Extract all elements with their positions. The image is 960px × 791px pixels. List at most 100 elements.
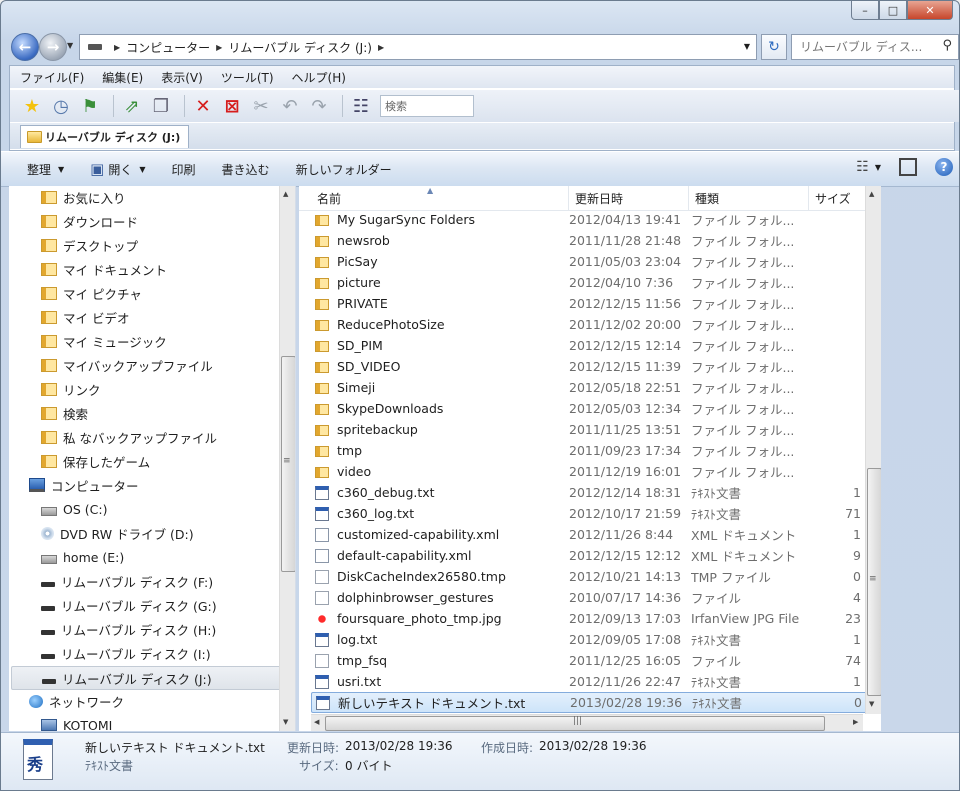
scroll-down-icon[interactable]: ▼: [869, 700, 874, 708]
file-row[interactable]: newsrob 2011/11/28 21:48 ファイル フォル...: [311, 230, 867, 251]
menu-tools[interactable]: ツール(T): [221, 69, 274, 86]
open-button[interactable]: ▣ 開く ▼: [90, 160, 145, 178]
column-type[interactable]: 種類: [689, 186, 809, 210]
file-row[interactable]: c360_debug.txt 2012/12/14 18:31 ﾃｷｽﾄ文書 1: [311, 482, 867, 503]
new-folder-button[interactable]: 新しいフォルダー: [296, 161, 392, 178]
maximize-button[interactable]: □: [879, 1, 907, 20]
help-icon[interactable]: ?: [935, 158, 953, 176]
address-dropdown-icon[interactable]: ▼: [744, 42, 750, 51]
file-row[interactable]: c360_log.txt 2012/10/17 21:59 ﾃｷｽﾄ文書 71: [311, 503, 867, 524]
nav-item-14[interactable]: DVD RW ドライブ (D:): [41, 522, 194, 544]
file-row[interactable]: ReducePhotoSize 2011/12/02 20:00 ファイル フォル.…: [311, 314, 867, 335]
nav-item-21[interactable]: ネットワーク: [29, 690, 124, 712]
nav-item-7[interactable]: マイバックアップファイル: [41, 354, 213, 376]
file-row[interactable]: spritebackup 2011/11/25 13:51 ファイル フォル...: [311, 419, 867, 440]
breadcrumb-separator-icon[interactable]: ▶: [114, 43, 120, 52]
nav-item-17[interactable]: リムーバブル ディスク (G:): [41, 594, 217, 616]
nav-item-11[interactable]: 保存したゲーム: [41, 450, 150, 472]
scroll-down-icon[interactable]: ▼: [283, 718, 288, 726]
organize-button[interactable]: 整理 ▼: [27, 161, 64, 178]
file-list-scrollbar[interactable]: ▲ ≡ ▼: [865, 186, 881, 714]
print-button[interactable]: 印刷: [172, 161, 196, 178]
file-row[interactable]: SD_VIDEO 2012/12/15 11:39 ファイル フォル...: [311, 356, 867, 377]
nav-item-1[interactable]: ダウンロード: [41, 210, 138, 232]
file-row[interactable]: SD_PIM 2012/12/15 12:14 ファイル フォル...: [311, 335, 867, 356]
nav-item-8[interactable]: リンク: [41, 378, 101, 400]
preview-pane-icon[interactable]: [899, 158, 917, 176]
file-row[interactable]: DiskCacheIndex26580.tmp 2012/10/21 14:13 T…: [311, 566, 867, 587]
file-row[interactable]: PRIVATE 2012/12/15 11:56 ファイル フォル...: [311, 293, 867, 314]
back-button[interactable]: ←: [11, 33, 39, 61]
scroll-right-icon[interactable]: ▶: [853, 718, 858, 726]
scroll-left-icon[interactable]: ◀: [314, 718, 319, 726]
refresh-button[interactable]: ↻: [761, 34, 787, 60]
file-row[interactable]: video 2011/12/19 16:01 ファイル フォル...: [311, 461, 867, 482]
search-input[interactable]: [798, 39, 934, 55]
history-clock-icon[interactable]: ◷: [49, 94, 73, 118]
nav-item-5[interactable]: マイ ビデオ: [41, 306, 129, 328]
column-date-modified[interactable]: 更新日時: [569, 186, 689, 210]
nav-item-19[interactable]: リムーバブル ディスク (I:): [41, 642, 211, 664]
breadcrumb-separator-icon[interactable]: ▶: [378, 43, 384, 52]
nav-item-0[interactable]: お気に入り: [41, 186, 126, 208]
file-row[interactable]: foursquare_photo_tmp.jpg 2012/09/13 17:03…: [311, 608, 867, 629]
windows-flag-icon[interactable]: ⚑: [78, 94, 102, 118]
nav-item-9[interactable]: 検索: [41, 402, 88, 424]
file-row[interactable]: usri.txt 2012/11/26 22:47 ﾃｷｽﾄ文書 1: [311, 671, 867, 692]
delete-icon[interactable]: ✕: [191, 94, 215, 118]
change-view-icon[interactable]: ☷: [856, 159, 869, 175]
nav-item-18[interactable]: リムーバブル ディスク (H:): [41, 618, 216, 640]
file-row[interactable]: dolphinbrowser_gestures 2010/07/17 14:36 フ…: [311, 587, 867, 608]
breadcrumb-drive-j[interactable]: リムーバブル ディスク (J:): [228, 39, 372, 56]
close-button[interactable]: ✕: [907, 1, 953, 20]
file-row[interactable]: log.txt 2012/09/05 17:08 ﾃｷｽﾄ文書 1: [311, 629, 867, 650]
nav-item-13[interactable]: OS (C:): [41, 498, 107, 520]
menu-file[interactable]: ファイル(F): [20, 69, 84, 86]
menu-help[interactable]: ヘルプ(H): [292, 69, 346, 86]
search-box[interactable]: ⚲: [791, 34, 959, 60]
burn-button[interactable]: 書き込む: [222, 161, 270, 178]
nav-item-15[interactable]: home (E:): [41, 546, 124, 568]
recent-pages-dropdown-icon[interactable]: ▼: [67, 41, 73, 50]
copy-to-icon[interactable]: ❐: [149, 94, 173, 118]
breadcrumb-computer[interactable]: コンピューター: [126, 39, 210, 56]
menu-view[interactable]: 表示(V): [161, 69, 203, 86]
file-row[interactable]: My SugarSync Folders 2012/04/13 19:41 ファイル…: [311, 209, 867, 230]
nav-item-2[interactable]: デスクトップ: [41, 234, 138, 256]
nav-item-10[interactable]: 私 なバックアップファイル: [41, 426, 217, 448]
redo-icon[interactable]: ↷: [307, 94, 331, 118]
tab-removable-disk-j[interactable]: リムーバブル ディスク (J:): [20, 125, 190, 148]
scroll-up-icon[interactable]: ▲: [283, 190, 288, 198]
favorites-star-icon[interactable]: ★: [20, 94, 44, 118]
view-options-icon[interactable]: ☷: [349, 94, 373, 118]
column-name[interactable]: ▲ 名前: [299, 186, 569, 210]
file-row[interactable]: tmp 2011/09/23 17:34 ファイル フォル...: [311, 440, 867, 461]
file-row[interactable]: Simeji 2012/05/18 22:51 ファイル フォル...: [311, 377, 867, 398]
move-to-icon[interactable]: ⇗: [120, 94, 144, 118]
nav-item-4[interactable]: マイ ピクチャ: [41, 282, 142, 304]
view-dropdown-icon[interactable]: ▼: [875, 163, 881, 172]
nav-item-20[interactable]: リムーバブル ディスク (J:): [11, 666, 295, 690]
nav-item-6[interactable]: マイ ミュージック: [41, 330, 167, 352]
file-row[interactable]: 新しいテキスト ドキュメント.txt 2013/02/28 19:36 ﾃｷｽﾄ文書…: [311, 692, 867, 713]
file-row[interactable]: tmp_fsq 2011/12/25 16:05 ファイル 74: [311, 650, 867, 671]
file-row[interactable]: PicSay 2011/05/03 23:04 ファイル フォル...: [311, 251, 867, 272]
navigation-pane-scrollbar[interactable]: ▲ ≡ ▼: [279, 186, 295, 731]
search-icon[interactable]: ⚲: [942, 38, 952, 53]
scroll-up-icon[interactable]: ▲: [869, 190, 874, 198]
nav-item-12[interactable]: コンピューター: [29, 474, 139, 496]
forward-button[interactable]: →: [39, 33, 67, 61]
file-row[interactable]: picture 2012/04/10 7:36 ファイル フォル...: [311, 272, 867, 293]
nav-item-3[interactable]: マイ ドキュメント: [41, 258, 167, 280]
file-row[interactable]: customized-capability.xml 2012/11/26 8:44…: [311, 524, 867, 545]
nav-item-22[interactable]: KOTOMI: [41, 714, 112, 731]
cut-icon[interactable]: ✂: [249, 94, 273, 118]
file-list-horizontal-scrollbar[interactable]: ◀ ||| ▶: [311, 714, 863, 731]
nav-item-16[interactable]: リムーバブル ディスク (F:): [41, 570, 213, 592]
delete-window-icon[interactable]: ⊠: [220, 94, 244, 118]
minimize-button[interactable]: –: [851, 1, 879, 20]
menu-edit[interactable]: 編集(E): [102, 69, 143, 86]
address-bar[interactable]: ▶ コンピューター ▶ リムーバブル ディスク (J:) ▶ ▼: [79, 34, 757, 60]
breadcrumb-separator-icon[interactable]: ▶: [216, 43, 222, 52]
file-row[interactable]: default-capability.xml 2012/12/15 12:12 XM…: [311, 545, 867, 566]
